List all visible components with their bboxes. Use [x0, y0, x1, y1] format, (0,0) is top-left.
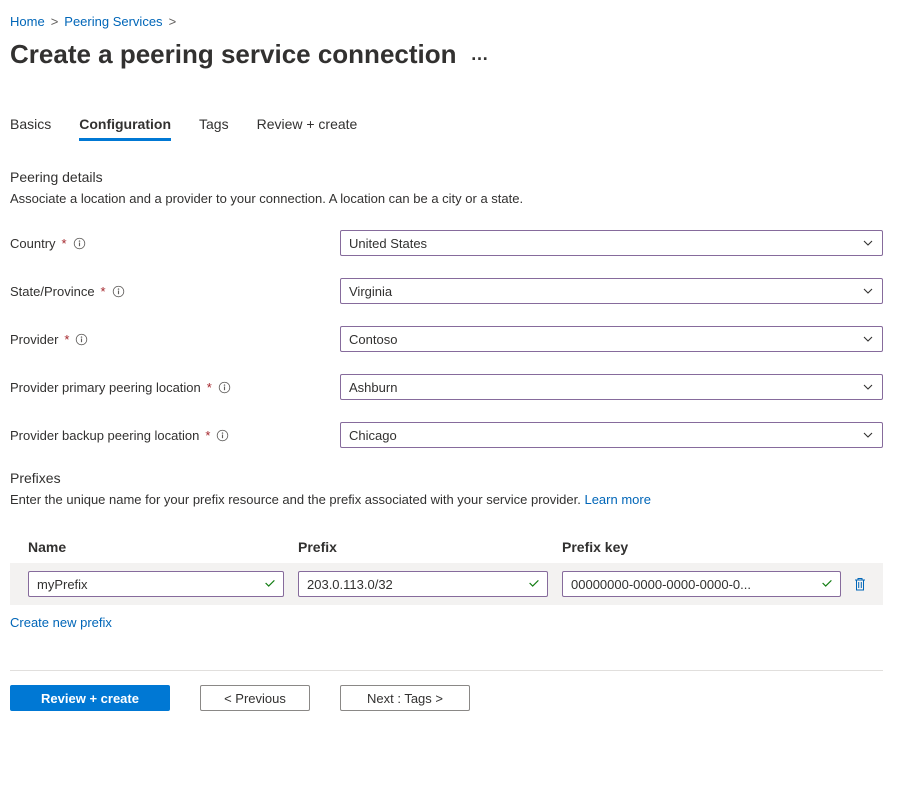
breadcrumb-separator: > [51, 14, 59, 29]
field-row-provider: Provider * Contoso [10, 326, 883, 352]
section-prefixes-desc: Enter the unique name for your prefix re… [10, 492, 883, 507]
country-select[interactable]: United States [340, 230, 883, 256]
required-indicator: * [101, 284, 106, 299]
required-indicator: * [62, 236, 67, 251]
chevron-down-icon [862, 237, 874, 249]
tab-tags[interactable]: Tags [199, 110, 229, 141]
chevron-down-icon [862, 333, 874, 345]
section-prefixes-title: Prefixes [10, 470, 883, 486]
label-state: State/Province * [10, 284, 340, 299]
learn-more-link[interactable]: Learn more [584, 492, 650, 507]
tabs: Basics Configuration Tags Review + creat… [10, 110, 883, 141]
provider-select[interactable]: Contoso [340, 326, 883, 352]
label-country: Country * [10, 236, 340, 251]
tab-basics[interactable]: Basics [10, 110, 51, 141]
prefix-value-input[interactable]: 203.0.113.0/32 [298, 571, 548, 597]
breadcrumb: Home > Peering Services > [10, 10, 883, 35]
section-peering-details-title: Peering details [10, 169, 883, 185]
info-icon[interactable] [73, 237, 86, 250]
breadcrumb-peering-services[interactable]: Peering Services [64, 14, 162, 29]
chevron-down-icon [862, 285, 874, 297]
page-title-text: Create a peering service connection [10, 39, 457, 70]
check-icon [263, 576, 277, 590]
column-header-name: Name [28, 539, 298, 555]
breadcrumb-home[interactable]: Home [10, 14, 45, 29]
chevron-down-icon [862, 381, 874, 393]
prefix-key-input[interactable]: 00000000-0000-0000-0000-0... [562, 571, 841, 597]
label-backup-location: Provider backup peering location * [10, 428, 340, 443]
prefix-table: Name Prefix Prefix key myPrefix 203.0.11… [10, 531, 883, 605]
chevron-down-icon [862, 429, 874, 441]
primary-location-select[interactable]: Ashburn [340, 374, 883, 400]
review-create-button[interactable]: Review + create [10, 685, 170, 711]
info-icon[interactable] [216, 429, 229, 442]
field-row-backup-location: Provider backup peering location * Chica… [10, 422, 883, 448]
column-header-prefix: Prefix [298, 539, 562, 555]
info-icon[interactable] [75, 333, 88, 346]
prefix-name-input[interactable]: myPrefix [28, 571, 284, 597]
previous-button[interactable]: < Previous [200, 685, 310, 711]
prefix-table-row: myPrefix 203.0.113.0/32 00000000-0000-00… [10, 563, 883, 605]
prefix-table-header: Name Prefix Prefix key [10, 531, 883, 563]
required-indicator: * [205, 428, 210, 443]
tab-review-create[interactable]: Review + create [257, 110, 358, 141]
info-icon[interactable] [218, 381, 231, 394]
section-peering-details-desc: Associate a location and a provider to y… [10, 191, 883, 206]
check-icon [820, 576, 834, 590]
field-row-country: Country * United States [10, 230, 883, 256]
breadcrumb-separator: > [169, 14, 177, 29]
column-header-prefix-key: Prefix key [562, 539, 873, 555]
provider-select-value: Contoso [349, 332, 397, 347]
backup-location-select-value: Chicago [349, 428, 397, 443]
next-button[interactable]: Next : Tags > [340, 685, 470, 711]
page-title: Create a peering service connection … [10, 39, 883, 70]
wizard-footer: Review + create < Previous Next : Tags > [10, 670, 883, 711]
field-row-state: State/Province * Virginia [10, 278, 883, 304]
required-indicator: * [207, 380, 212, 395]
required-indicator: * [64, 332, 69, 347]
country-select-value: United States [349, 236, 427, 251]
delete-prefix-button[interactable] [847, 576, 873, 592]
field-row-primary-location: Provider primary peering location * Ashb… [10, 374, 883, 400]
info-icon[interactable] [112, 285, 125, 298]
state-select[interactable]: Virginia [340, 278, 883, 304]
backup-location-select[interactable]: Chicago [340, 422, 883, 448]
check-icon [527, 576, 541, 590]
primary-location-select-value: Ashburn [349, 380, 397, 395]
create-new-prefix-link[interactable]: Create new prefix [10, 615, 112, 630]
label-provider: Provider * [10, 332, 340, 347]
label-primary-location: Provider primary peering location * [10, 380, 340, 395]
tab-configuration[interactable]: Configuration [79, 110, 171, 141]
state-select-value: Virginia [349, 284, 392, 299]
more-actions-button[interactable]: … [471, 44, 490, 65]
